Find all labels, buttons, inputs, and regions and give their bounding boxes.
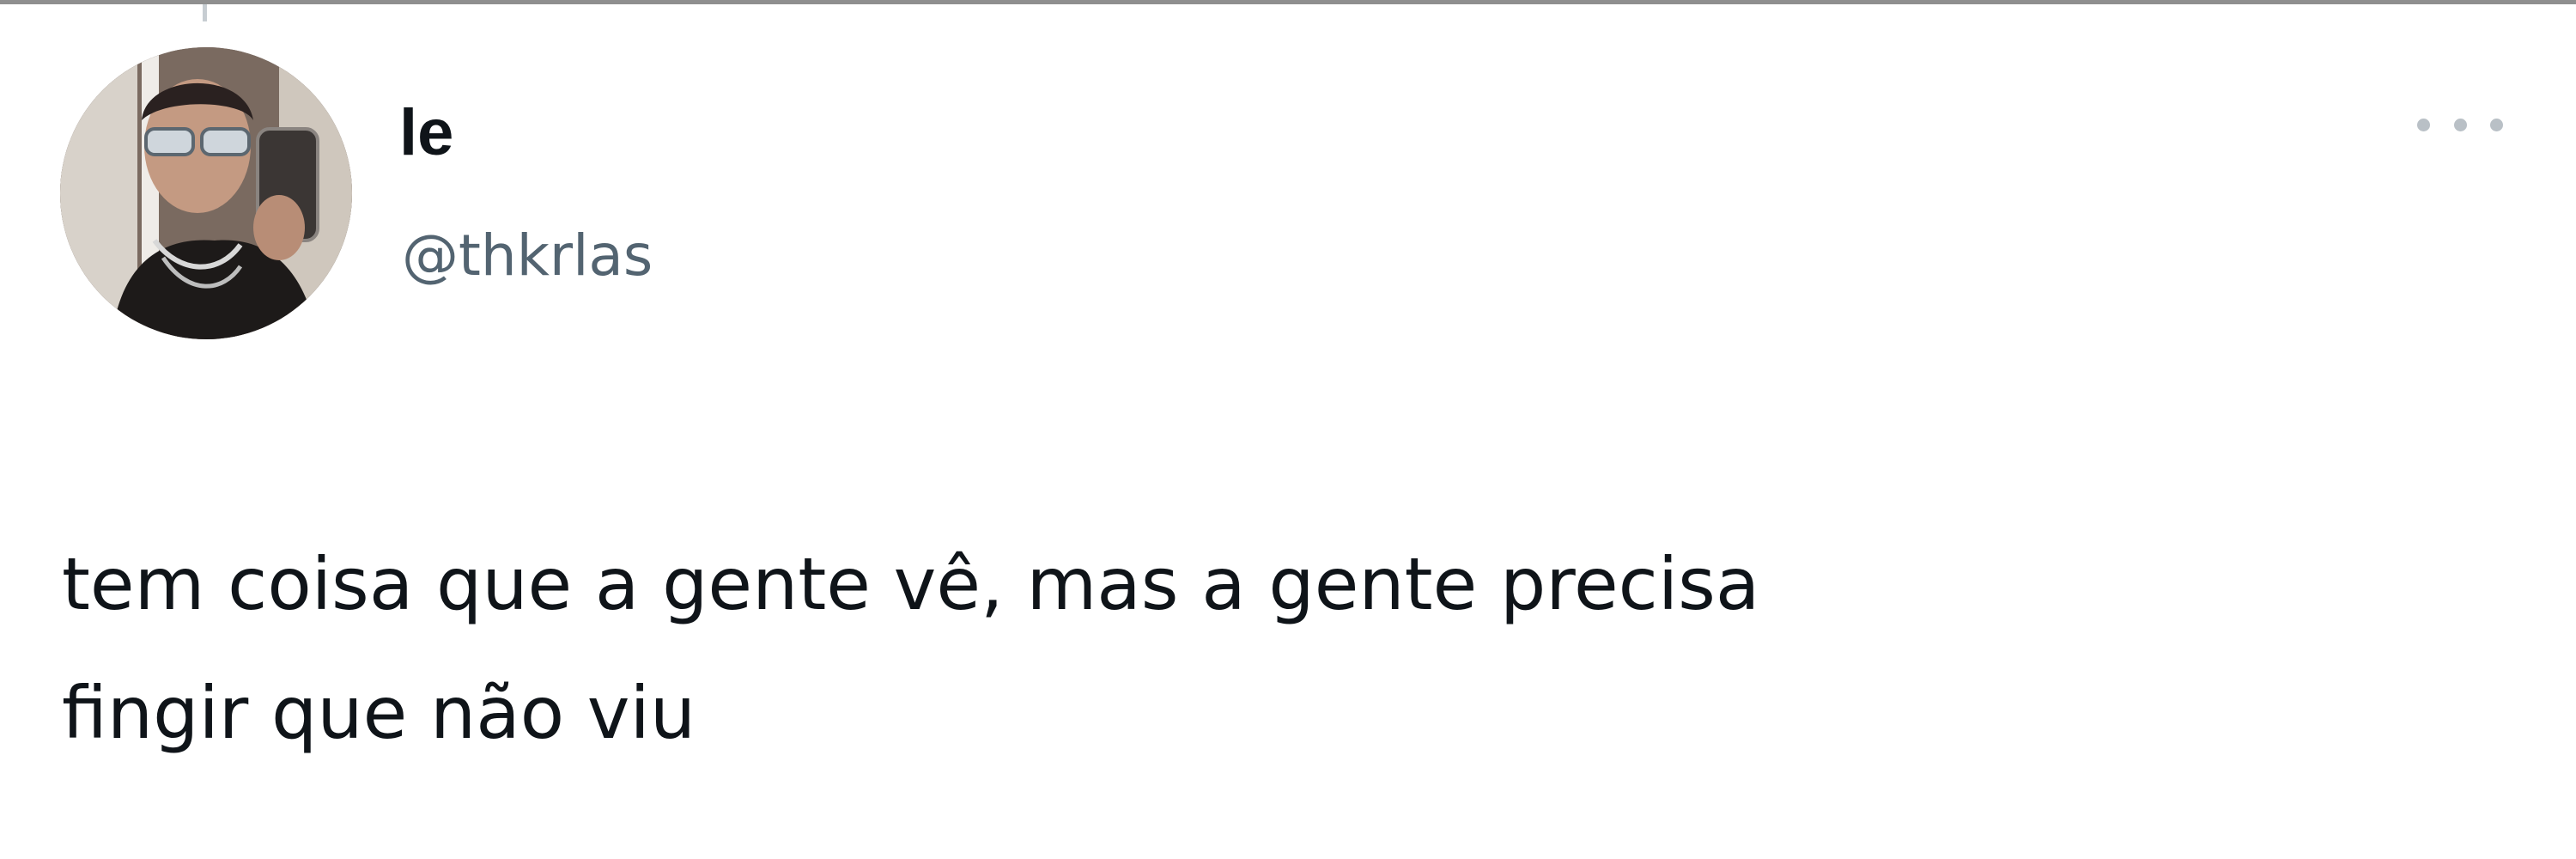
display-name[interactable]: le <box>399 94 453 172</box>
user-handle[interactable]: @thkrlas <box>402 222 653 290</box>
more-horizontal-icon <box>2490 118 2503 131</box>
more-horizontal-icon <box>2417 118 2430 131</box>
thread-connector-line <box>203 4 207 21</box>
top-divider <box>0 0 2576 4</box>
tweet-text: tem coisa que a gente vê, mas a gente pr… <box>62 542 1760 755</box>
avatar[interactable] <box>60 47 352 339</box>
more-options-button[interactable] <box>2417 99 2503 150</box>
profile-photo-icon <box>60 47 352 339</box>
more-horizontal-icon <box>2453 118 2467 131</box>
tweet-card: le @thkrlas tem coisa que a gente vê, ma… <box>0 0 2576 859</box>
